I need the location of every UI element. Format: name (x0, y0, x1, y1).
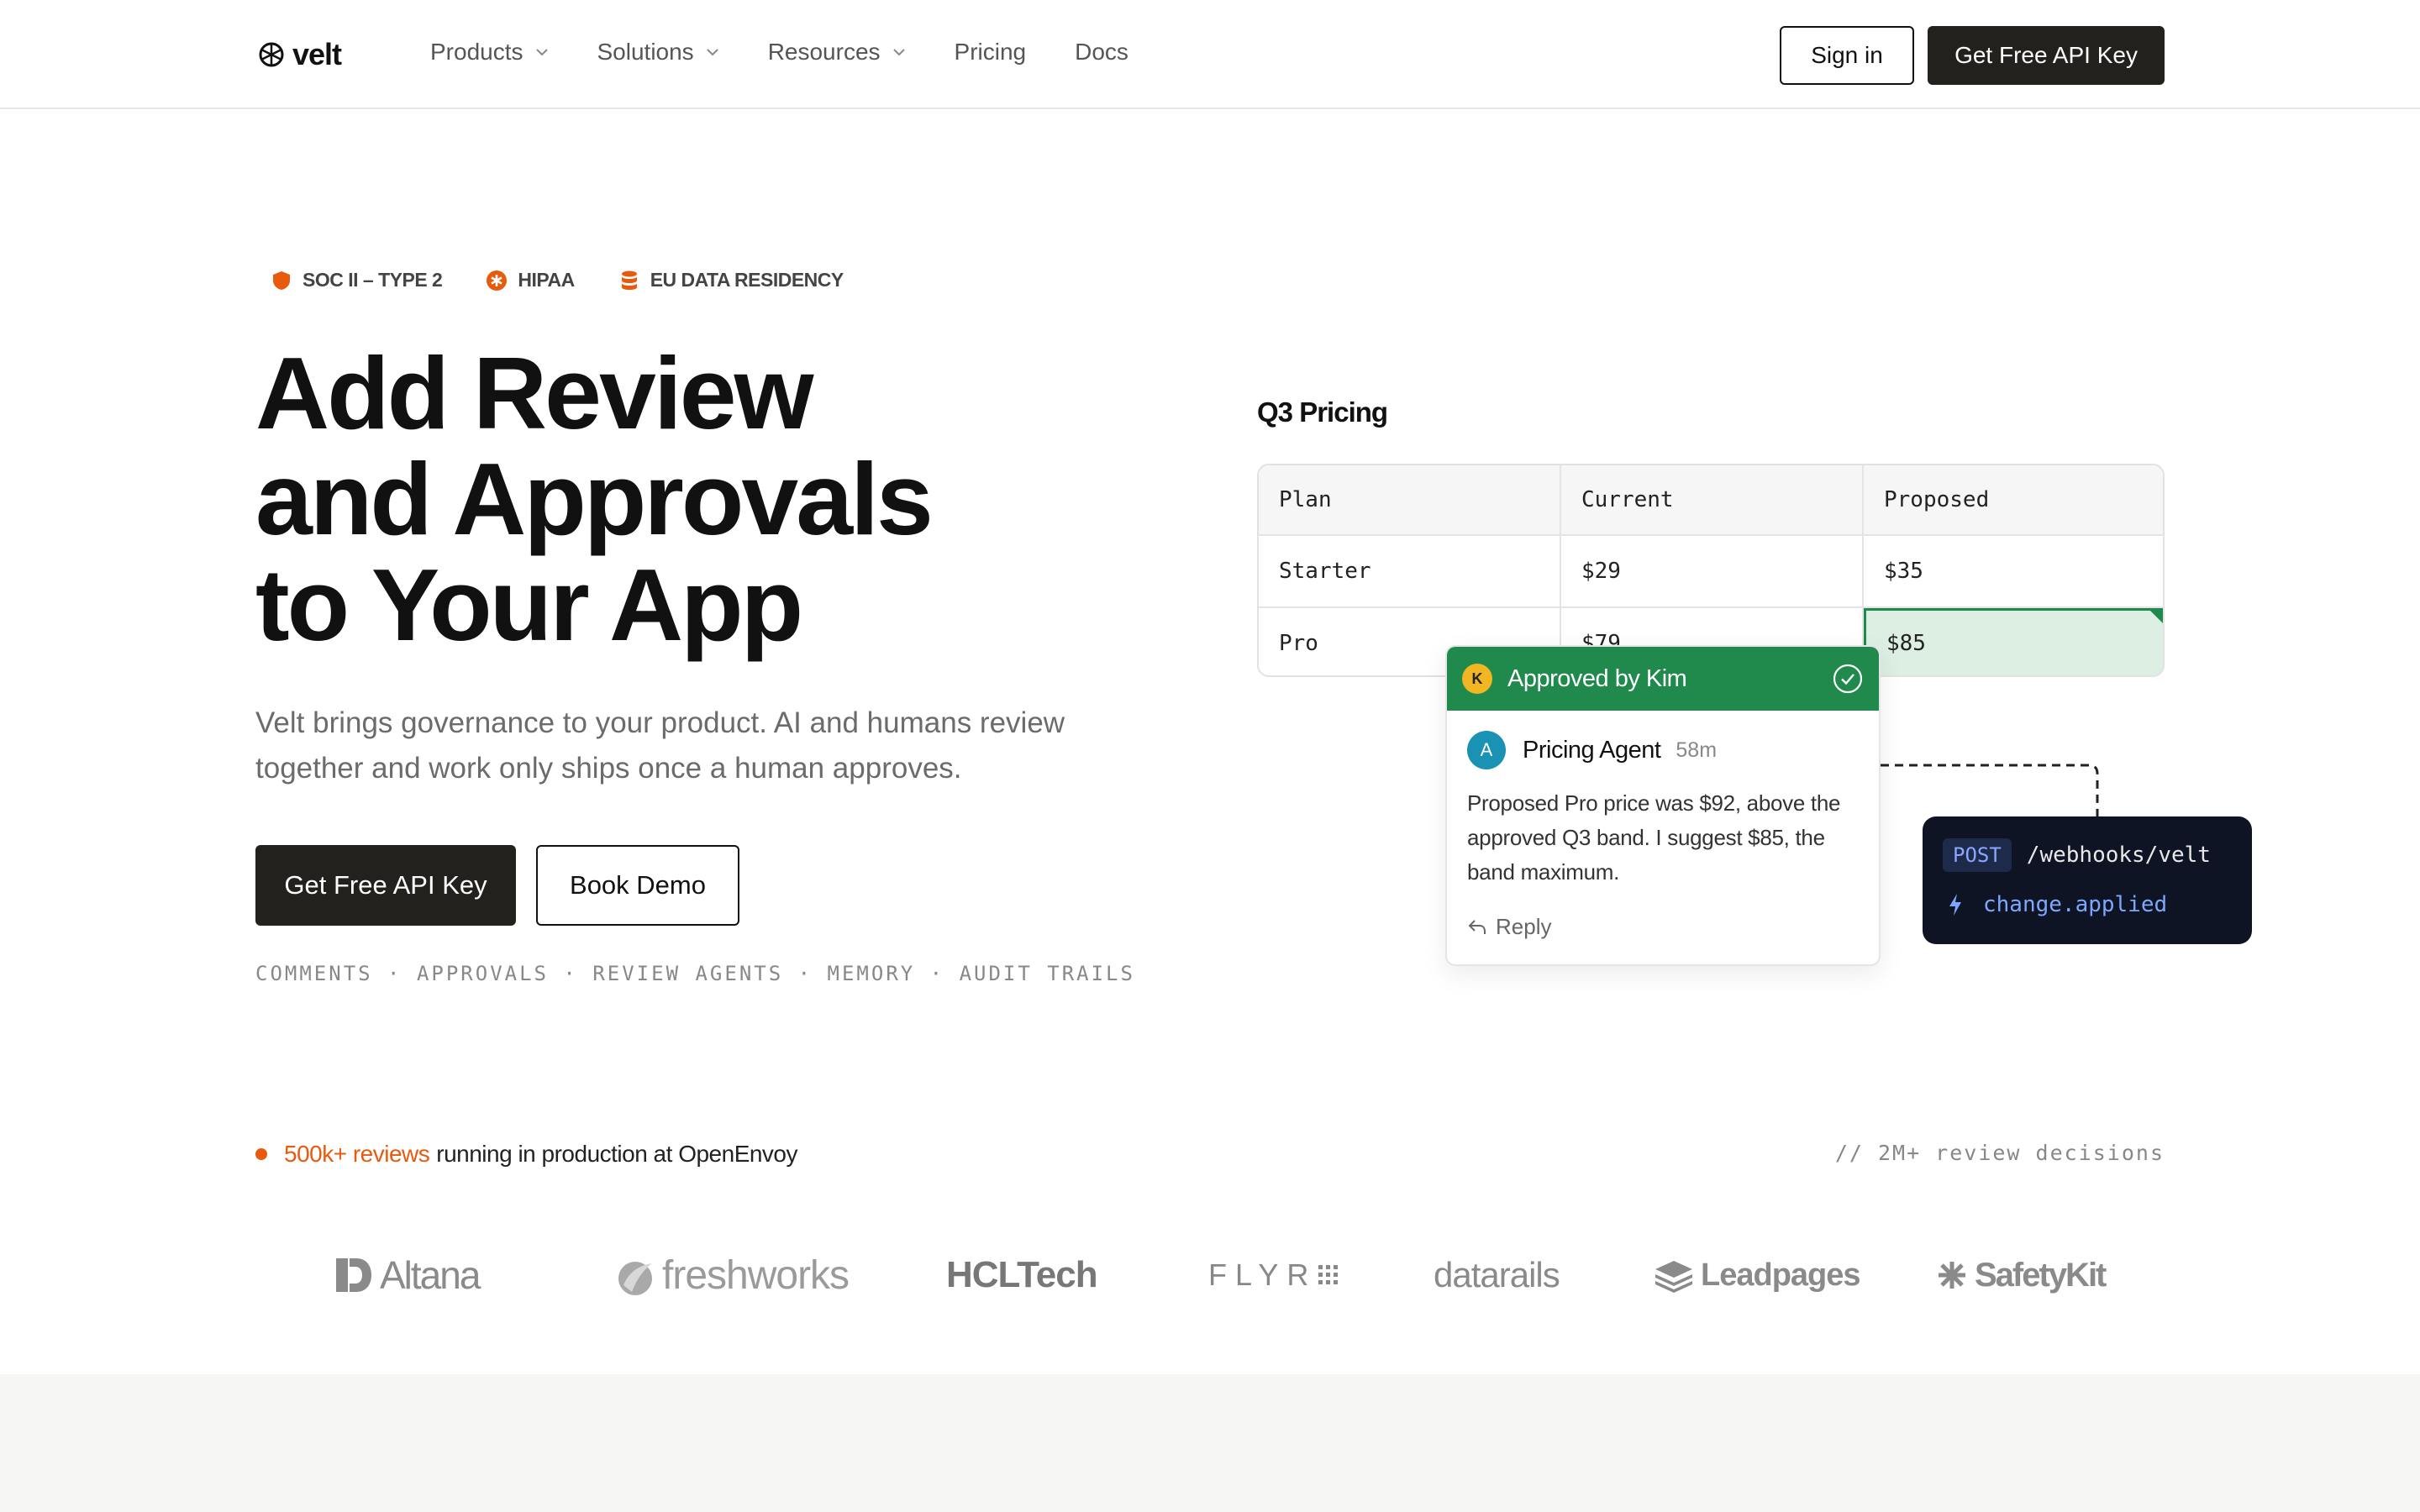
cell-plan-starter[interactable]: Starter (1259, 536, 1561, 606)
header-current: Current (1561, 465, 1864, 534)
table-row: Starter $29 $35 (1259, 536, 2163, 608)
http-method-tag: POST (1943, 838, 2012, 872)
hero-title-line-1: Add Review (255, 336, 814, 450)
altana-mark-icon (336, 1258, 371, 1292)
reply-icon (1468, 919, 1486, 934)
badge-hipaa: HIPAA (486, 269, 575, 291)
comment-card: K Approved by Kim A Pricing Agent 58m Pr… (1445, 645, 1881, 966)
author-avatar: A (1467, 731, 1506, 769)
nav-products[interactable]: Products (430, 39, 549, 66)
nav-docs-label: Docs (1075, 39, 1128, 65)
sign-in-button[interactable]: Sign in (1780, 26, 1914, 85)
shield-icon (273, 270, 290, 290)
comment-body: Proposed Pro price was $92, above the ap… (1467, 790, 1841, 885)
hero-title: Add Review and Approvals to Your App (255, 340, 1096, 658)
flyr-dots-icon (1318, 1265, 1339, 1284)
logo-hcltech-text: HCLTech (946, 1254, 1098, 1295)
velt-logo[interactable]: velt (259, 37, 342, 72)
leadpages-mark-icon (1655, 1261, 1692, 1293)
logo-safetykit-text: SafetyKit (1975, 1256, 2107, 1294)
review-decisions-stat: // 2M+ review decisions (1834, 1141, 2165, 1165)
logo-flyr: FLYR (1208, 1242, 1347, 1309)
top-nav: velt Products Solutions Resources Pricin… (0, 0, 2420, 109)
badge-eu-label: EU DATA RESIDENCY (650, 269, 844, 291)
header-plan: Plan (1259, 465, 1561, 534)
freshworks-mark-icon (618, 1262, 652, 1295)
badge-eu-residency: EU DATA RESIDENCY (618, 269, 844, 291)
logo-safetykit: SafetyKit (1936, 1242, 2107, 1309)
logo-altana-text: Altana (380, 1253, 481, 1297)
logo-flyr-text: FLYR (1208, 1257, 1318, 1292)
approved-label: Approved by Kim (1507, 664, 1687, 692)
nav-get-api-key-button[interactable]: Get Free API Key (1928, 26, 2165, 85)
comment-time: 58m (1676, 738, 1718, 762)
chevron-down-icon (706, 49, 718, 56)
author-name: Pricing Agent (1523, 736, 1661, 764)
feature-list: COMMENTS · APPROVALS · REVIEW AGENTS · M… (255, 962, 1135, 985)
dashed-connector (1881, 764, 2099, 819)
logo-text: velt (292, 37, 342, 71)
hero-title-line-3: to Your App (255, 548, 803, 662)
cell-proposed-pro-highlighted[interactable]: $85 (1864, 608, 2163, 675)
stat-text: running in production at OpenEnvoy (436, 1141, 798, 1167)
badge-soc2-label: SOC II – TYPE 2 (302, 269, 443, 291)
customer-logos: Altana freshworks HCLTech FLYR datarails… (319, 1242, 2109, 1309)
nav-docs[interactable]: Docs (1075, 39, 1128, 66)
nav-resources-label: Resources (767, 39, 881, 65)
badge-hipaa-label: HIPAA (518, 269, 575, 291)
approver-avatar: K (1462, 664, 1492, 694)
next-section-background (0, 1374, 2420, 1512)
safetykit-mark-icon (1939, 1262, 1965, 1289)
chevron-down-icon (535, 49, 548, 56)
check-circle-icon[interactable] (1832, 663, 1864, 695)
nav-products-label: Products (430, 39, 523, 65)
logo-freshworks-text: freshworks (662, 1252, 850, 1298)
status-dot (255, 1148, 267, 1160)
pricing-demo-title: Q3 Pricing (1257, 396, 1388, 428)
logo-leadpages: Leadpages (1654, 1242, 1861, 1309)
pricing-table-header: Plan Current Proposed (1259, 465, 2163, 536)
medical-icon (487, 270, 508, 291)
webhook-request-line: POST /webhooks/velt (1943, 838, 2211, 872)
compliance-badges: SOC II – TYPE 2 HIPAA EU DATA RESIDENCY (271, 269, 844, 291)
logo-datarails-text: datarails (1434, 1255, 1560, 1294)
logo-freshworks: freshworks (615, 1242, 850, 1309)
nav-solutions-label: Solutions (597, 39, 694, 65)
webhook-event-line: change.applied (1948, 892, 2167, 917)
hero-title-line-2: and Approvals (255, 442, 934, 556)
reply-label: Reply (1496, 914, 1552, 939)
reply-button[interactable]: Reply (1467, 914, 1551, 940)
hero-subtitle: Velt brings governance to your product. … (255, 706, 1065, 785)
lightning-icon (1949, 894, 1961, 916)
logo-hcltech: HCLTech (946, 1242, 1098, 1309)
logo-datarails: datarails (1434, 1242, 1560, 1309)
nav-pricing-label: Pricing (954, 39, 1027, 65)
production-stat: 500k+ reviews running in production at O… (255, 1141, 798, 1168)
velt-logo-icon (259, 42, 284, 67)
nav-resources[interactable]: Resources (768, 39, 906, 66)
comment-author-row: A Pricing Agent 58m (1467, 731, 1717, 769)
header-proposed: Proposed (1884, 487, 1990, 512)
cell-current-starter[interactable]: $29 (1561, 536, 1864, 606)
hero-get-api-key-button[interactable]: Get Free API Key (255, 845, 516, 926)
database-icon (621, 270, 637, 290)
logo-altana: Altana (334, 1242, 481, 1309)
chevron-down-icon (892, 49, 905, 56)
book-demo-button[interactable]: Book Demo (536, 845, 739, 926)
webhook-card: POST /webhooks/velt change.applied (1923, 816, 2252, 944)
webhook-path: /webhooks/velt (2026, 843, 2211, 868)
stat-highlight: 500k+ reviews (284, 1141, 430, 1167)
cell-proposed-starter[interactable]: $35 (1864, 536, 2163, 606)
nav-solutions[interactable]: Solutions (597, 39, 719, 66)
logo-leadpages-text: Leadpages (1701, 1257, 1861, 1293)
badge-soc2: SOC II – TYPE 2 (271, 269, 443, 291)
approval-header: K Approved by Kim (1447, 647, 1879, 711)
nav-pricing[interactable]: Pricing (955, 39, 1027, 66)
webhook-event: change.applied (1983, 892, 2168, 917)
nav-links: Products Solutions Resources Pricing Doc… (430, 39, 1177, 66)
